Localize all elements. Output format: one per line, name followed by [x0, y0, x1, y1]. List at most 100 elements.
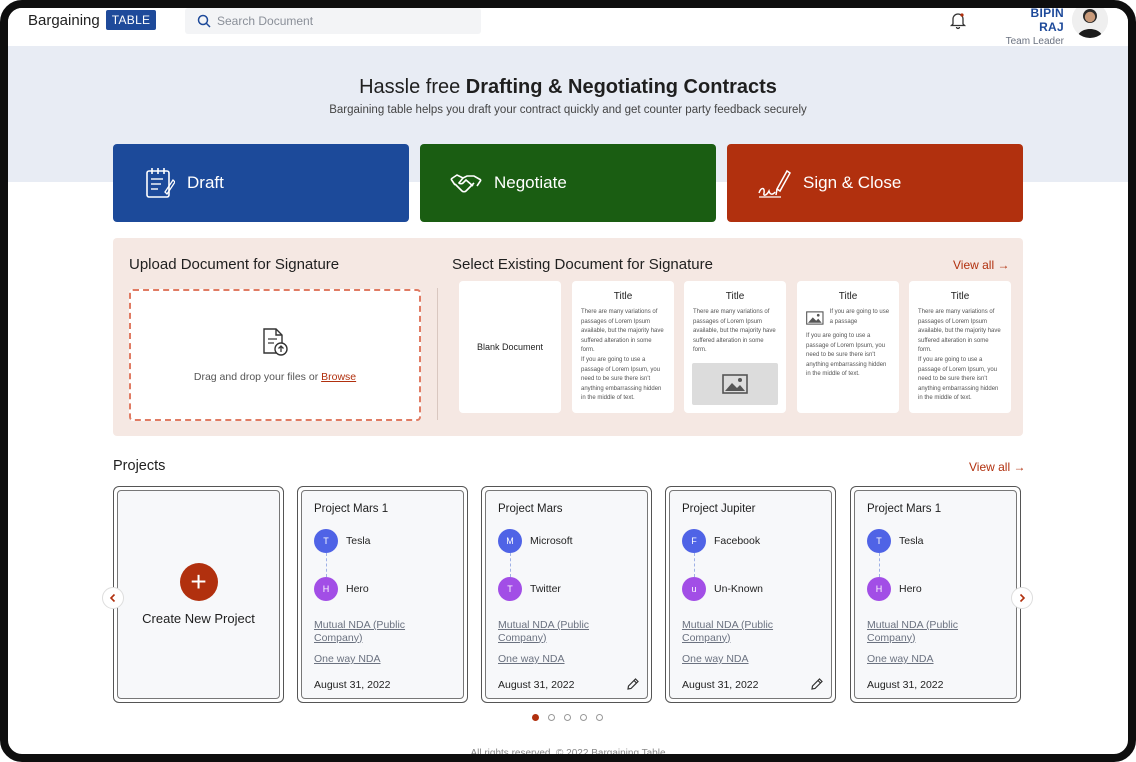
carousel-next-button[interactable]: [1011, 587, 1033, 609]
project-card[interactable]: Project Mars 1 T Tesla H Hero Mutual NDA (…: [297, 486, 468, 703]
browse-link[interactable]: Browse: [321, 371, 356, 383]
document-card[interactable]: Title There are many variations of passa…: [684, 281, 786, 413]
doc-text-a: There are many variations of passages of…: [581, 309, 664, 354]
brand-logo[interactable]: Bargaining TABLE: [28, 10, 157, 30]
project-card[interactable]: Project Jupiter F Facebook u Un-Known Mutu…: [665, 486, 836, 703]
party-one: M Microsoft: [498, 529, 573, 553]
user-name: BIPIN RAJ: [1030, 6, 1064, 34]
document-text: If you are going to use a passage of Lor…: [806, 333, 887, 378]
dropzone-text: Drag and drop your files or Browse: [131, 371, 419, 383]
top-bar: Bargaining TABLE BIPIN RAJ Team Leader: [8, 6, 1128, 47]
blank-document-label: Blank Document: [476, 342, 544, 352]
create-project-card[interactable]: + Create New Project: [113, 486, 284, 703]
party-avatar: u: [682, 577, 706, 601]
blank-document-card[interactable]: Blank Document: [459, 281, 561, 413]
party-connector: [694, 553, 695, 577]
nda-type-link[interactable]: One way NDA: [682, 653, 812, 666]
bell-icon[interactable]: [948, 10, 968, 30]
user-avatar-icon: [1072, 8, 1108, 38]
chevron-right-icon: [1019, 593, 1026, 603]
panel-divider: [437, 288, 438, 420]
project-card[interactable]: Project Mars 1 T Tesla H Hero Mutual NDA (…: [850, 486, 1021, 703]
view-all-projects-link[interactable]: View all →: [969, 460, 1025, 474]
party-connector: [510, 553, 511, 577]
nda-type-link[interactable]: One way NDA: [867, 653, 997, 666]
carousel-dot[interactable]: [532, 714, 539, 721]
avatar[interactable]: [1072, 8, 1108, 38]
signature-panel: Upload Document for Signature Drag and d…: [113, 238, 1023, 436]
carousel-dot[interactable]: [580, 714, 587, 721]
handshake-icon: [450, 174, 482, 193]
party-name: Tesla: [346, 535, 371, 547]
project-name: Project Mars 1: [314, 503, 389, 515]
search-box: [185, 8, 481, 34]
party-name: Twitter: [530, 583, 561, 595]
document-card[interactable]: Title There are many variations of passa…: [572, 281, 674, 413]
file-dropzone[interactable]: Drag and drop your files or Browse: [129, 289, 421, 421]
signature-pen-icon: [758, 169, 791, 198]
party-name: Microsoft: [530, 535, 573, 547]
nda-type-link[interactable]: One way NDA: [498, 653, 628, 666]
hero-subtitle: Bargaining table helps you draft your co…: [329, 104, 807, 116]
contract-type-link[interactable]: Mutual NDA (Public Company): [498, 619, 628, 644]
party-two: H Hero: [867, 577, 922, 601]
file-upload-icon: [263, 328, 288, 356]
document-text: There are many variations of passages of…: [909, 308, 1011, 404]
document-image-row: If you are going to use a passage: [797, 302, 899, 328]
footer-text: All rights reserved. © 2022 Bargaining T…: [470, 748, 666, 759]
party-two: u Un-Known: [682, 577, 763, 601]
draft-button[interactable]: Draft: [113, 144, 409, 222]
project-date: August 31, 2022: [314, 679, 391, 691]
image-icon: [806, 311, 824, 325]
project-date: August 31, 2022: [498, 679, 575, 691]
chevron-left-icon: [109, 593, 116, 603]
upload-title: Upload Document for Signature: [129, 256, 340, 273]
carousel-dot[interactable]: [596, 714, 603, 721]
drop-text: Drag and drop your files or: [193, 371, 322, 383]
image-icon: [722, 374, 748, 394]
brand-name: Bargaining: [28, 11, 100, 29]
document-card[interactable]: Title If you are going to use a passage …: [797, 281, 899, 413]
party-one: T Tesla: [314, 529, 371, 553]
party-avatar: H: [867, 577, 891, 601]
party-name: Hero: [346, 583, 369, 595]
carousel-prev-button[interactable]: [102, 587, 124, 609]
nda-type-link[interactable]: One way NDA: [314, 653, 444, 666]
draft-label: Draft: [187, 173, 224, 192]
contract-type-link[interactable]: Mutual NDA (Public Company): [314, 619, 444, 644]
project-card-inner: Project Mars M Microsoft T Twitter Mutual …: [485, 490, 648, 699]
project-name: Project Mars: [498, 503, 563, 515]
party-name: Tesla: [899, 535, 924, 547]
project-date: August 31, 2022: [682, 679, 759, 691]
document-text: There are many variations of passages of…: [572, 308, 674, 404]
hero-title-bold: Drafting & Negotiating Contracts: [465, 76, 777, 98]
party-two: H Hero: [314, 577, 369, 601]
document-text: There are many variations of passages of…: [693, 309, 776, 354]
project-card[interactable]: Project Mars M Microsoft T Twitter Mutual …: [481, 486, 652, 703]
edit-pencil-icon[interactable]: [626, 677, 640, 691]
party-name: Facebook: [714, 535, 761, 547]
negotiate-button[interactable]: Negotiate: [420, 144, 716, 222]
create-project-inner: + Create New Project: [117, 490, 280, 699]
view-all-documents-link[interactable]: View all →: [953, 258, 1009, 272]
search-input[interactable]: [217, 14, 457, 28]
search-icon: [197, 14, 211, 28]
notepad-icon: [146, 168, 175, 198]
carousel-dot[interactable]: [548, 714, 555, 721]
party-avatar: T: [867, 529, 891, 553]
document-title: Title: [725, 291, 745, 302]
project-name: Project Jupiter: [682, 503, 756, 515]
party-avatar: H: [314, 577, 338, 601]
document-title: Title: [950, 291, 970, 302]
party-two: T Twitter: [498, 577, 561, 601]
contract-type-link[interactable]: Mutual NDA (Public Company): [682, 619, 812, 644]
sign-close-button[interactable]: Sign & Close: [727, 144, 1023, 222]
carousel-dot[interactable]: [564, 714, 571, 721]
document-text: If you are going to use a passage: [829, 309, 890, 325]
party-avatar: F: [682, 529, 706, 553]
contract-type-link[interactable]: Mutual NDA (Public Company): [867, 619, 997, 644]
hero-title-prefix: Hassle free: [359, 76, 466, 98]
document-card[interactable]: Title There are many variations of passa…: [909, 281, 1011, 413]
edit-pencil-icon[interactable]: [810, 677, 824, 691]
user-info[interactable]: BIPIN RAJ Team Leader: [1002, 6, 1064, 47]
